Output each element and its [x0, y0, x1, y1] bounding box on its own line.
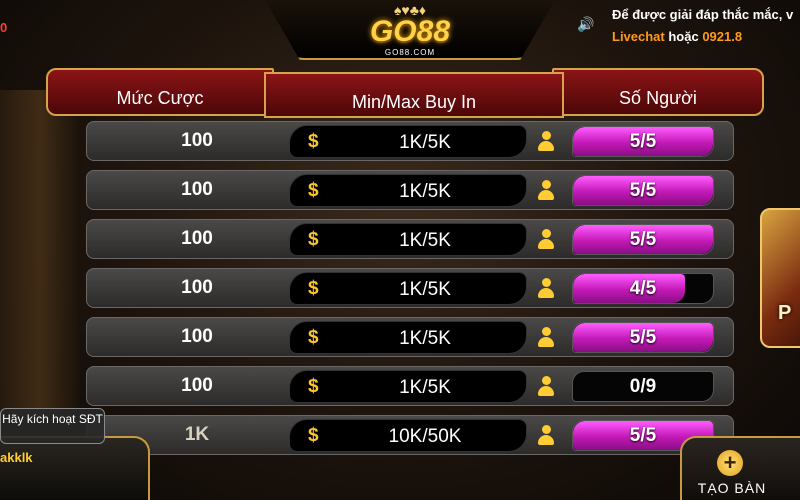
- row-stake: 1K: [184, 424, 210, 445]
- person-icon: [537, 229, 555, 251]
- row-buyin-range: 1K/5K: [399, 279, 451, 300]
- dollar-icon: $: [308, 376, 319, 397]
- person-icon: [537, 327, 555, 349]
- speaker-icon[interactable]: 🔊: [577, 16, 597, 32]
- row-stake: 100: [181, 228, 213, 249]
- support-or: hoặc: [664, 29, 703, 44]
- seats-count: 5/5: [629, 229, 657, 250]
- activate-phone-button[interactable]: Hãy kích hoạt SĐT: [0, 408, 105, 444]
- seats-bar: 5/5: [572, 126, 714, 157]
- seats-bar: 5/5: [572, 175, 714, 206]
- row-buyin: $10K/50K: [289, 419, 527, 452]
- person-icon: [537, 376, 555, 398]
- go88-logo: ♠♥♣♦ GO88 GO88.COM: [340, 3, 480, 64]
- seats-count: 5/5: [629, 131, 657, 152]
- top-left-value: 0: [0, 20, 8, 35]
- table-row[interactable]: 100 $1K/5K 5/5: [86, 219, 734, 259]
- seats-count: 4/5: [629, 278, 657, 299]
- person-icon: [537, 180, 555, 202]
- row-buyin-range: 1K/5K: [399, 230, 451, 251]
- row-buyin-range: 10K/50K: [388, 426, 462, 447]
- row-buyin-range: 1K/5K: [399, 328, 451, 349]
- table-list: 100 $1K/5K 5/5 100 $1K/5K 5/5 100 $1K/5K 5/5 100 $…: [86, 121, 734, 464]
- dollar-icon: $: [308, 229, 319, 250]
- support-line1: Để được giải đáp thắc mắc, v: [612, 7, 794, 22]
- seats-bar: 4/5: [572, 273, 714, 304]
- user-panel: akklk: [0, 436, 150, 500]
- row-stake: 100: [181, 375, 213, 396]
- seats-count: 5/5: [629, 180, 657, 201]
- person-icon: [537, 425, 555, 447]
- logo-brand: GO88: [369, 15, 451, 48]
- livechat-link[interactable]: Livechat: [612, 29, 665, 44]
- row-buyin: $1K/5K: [289, 174, 527, 207]
- create-table-button[interactable]: + TẠO BÀN: [680, 436, 800, 500]
- row-buyin: $1K/5K: [289, 321, 527, 354]
- plus-icon: +: [717, 450, 743, 476]
- support-phone[interactable]: 0921.8: [702, 29, 742, 44]
- person-icon: [537, 278, 555, 300]
- support-banner: Để được giải đáp thắc mắc, v Livechat ho…: [612, 4, 800, 48]
- table-row[interactable]: 1K $10K/50K 5/5: [86, 415, 734, 455]
- column-header-players: Số Người: [552, 68, 764, 116]
- row-stake: 100: [181, 277, 213, 298]
- row-buyin: $1K/5K: [289, 125, 527, 158]
- dollar-icon: $: [308, 180, 319, 201]
- dollar-icon: $: [308, 278, 319, 299]
- row-stake: 100: [181, 130, 213, 151]
- row-buyin: $1K/5K: [289, 223, 527, 256]
- table-row[interactable]: 100 $1K/5K 5/5: [86, 170, 734, 210]
- dollar-icon: $: [308, 327, 319, 348]
- dollar-icon: $: [308, 425, 319, 446]
- column-header-stake: Mức Cược: [46, 68, 274, 116]
- row-stake: 100: [181, 326, 213, 347]
- row-buyin-range: 1K/5K: [399, 377, 451, 398]
- row-buyin: $1K/5K: [289, 370, 527, 403]
- row-buyin: $1K/5K: [289, 272, 527, 305]
- side-game-card[interactable]: P: [760, 208, 800, 348]
- seats-bar: 5/5: [572, 224, 714, 255]
- column-header-buyin: Min/Max Buy In: [264, 72, 564, 118]
- table-row[interactable]: 100 $1K/5K 5/5: [86, 121, 734, 161]
- seats-count: 5/5: [629, 327, 657, 348]
- create-table-label: TẠO BÀN: [697, 480, 767, 496]
- person-icon: [537, 131, 555, 153]
- seats-bar: 0/9: [572, 371, 714, 402]
- seats-bar: 5/5: [572, 322, 714, 353]
- casino-background-left: [0, 90, 80, 420]
- row-stake: 100: [181, 179, 213, 200]
- logo-domain: GO88.COM: [384, 48, 436, 57]
- table-row[interactable]: 100 $1K/5K 4/5: [86, 268, 734, 308]
- row-buyin-range: 1K/5K: [399, 181, 451, 202]
- user-name: akklk: [0, 450, 33, 465]
- table-row[interactable]: 100 $1K/5K 5/5: [86, 317, 734, 357]
- row-buyin-range: 1K/5K: [399, 132, 451, 153]
- seats-count: 0/9: [629, 376, 657, 397]
- dollar-icon: $: [308, 131, 319, 152]
- table-row[interactable]: 100 $1K/5K 0/9: [86, 366, 734, 406]
